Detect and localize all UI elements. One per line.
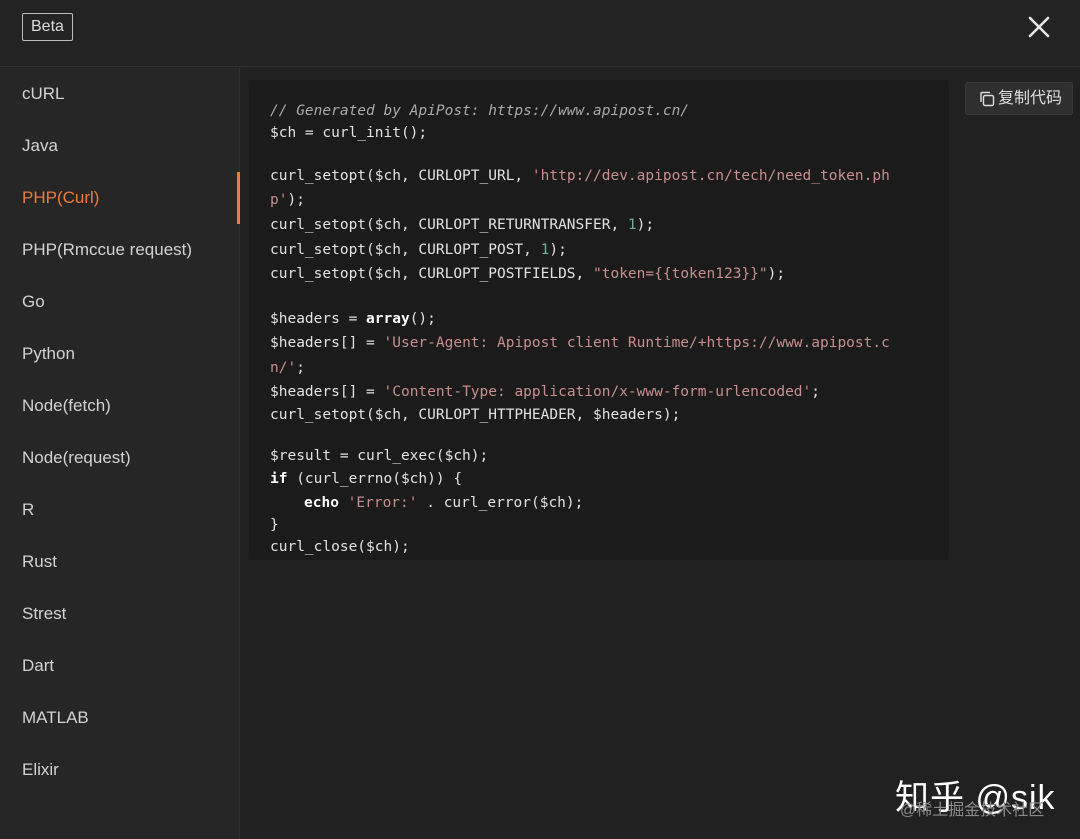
code-string: 'Error:' xyxy=(347,495,418,511)
language-sidebar: cURL Java PHP(Curl) PHP(Rmccue request) … xyxy=(0,68,240,839)
code-string: "token={{token123}}" xyxy=(593,266,768,282)
code-text: . curl_error($ch); xyxy=(417,495,584,511)
code-text: curl_setopt($ch, CURLOPT_POSTFIELDS, xyxy=(270,266,594,282)
code-text: $ch = curl_init(); xyxy=(270,125,428,141)
sidebar-item-php-curl[interactable]: PHP(Curl) xyxy=(0,172,240,224)
code-keyword: echo xyxy=(304,495,339,511)
code-text: ; xyxy=(296,360,305,376)
code-string: 'Content-Type: application/x-www-form-ur… xyxy=(383,384,812,400)
code-line: p'); xyxy=(270,189,305,211)
code-text: ); xyxy=(549,242,567,258)
code-text: $result = curl_exec($ch); xyxy=(270,448,489,464)
sidebar-item-matlab[interactable]: MATLAB xyxy=(0,692,239,744)
code-line: curl_close($ch); xyxy=(270,536,410,558)
copy-icon xyxy=(980,91,995,106)
code-text: } xyxy=(270,517,279,533)
sidebar-item-node-request[interactable]: Node(request) xyxy=(0,432,239,484)
code-text: ; xyxy=(811,384,820,400)
sidebar-item-php-rmccue[interactable]: PHP(Rmccue request) xyxy=(0,224,239,276)
sidebar-item-elixir[interactable]: Elixir xyxy=(0,744,239,796)
code-panel: // Generated by ApiPost: https://www.api… xyxy=(241,68,1080,839)
close-icon xyxy=(1028,16,1050,38)
code-text: $headers = xyxy=(270,311,367,327)
copy-code-label: 复制代码 xyxy=(998,90,1063,107)
watermark-sub: @稀土掘金技术社区 xyxy=(900,802,1045,819)
code-string: 'User-Agent: Apipost client Runtime/+htt… xyxy=(383,335,890,351)
code-string: p' xyxy=(270,192,288,208)
code-text: curl_close($ch); xyxy=(270,539,410,555)
code-text: curl_setopt($ch, CURLOPT_HTTPHEADER, $he… xyxy=(270,407,681,423)
code-line: $headers[] = 'User-Agent: Apipost client… xyxy=(270,332,890,354)
code-line: if (curl_errno($ch)) { xyxy=(270,468,462,490)
code-content[interactable]: // Generated by ApiPost: https://www.api… xyxy=(270,100,890,555)
code-line: $ch = curl_init(); xyxy=(270,122,427,144)
sidebar-item-curl[interactable]: cURL xyxy=(0,68,239,120)
modal-header: Beta xyxy=(0,0,1080,67)
code-text: $headers[] = xyxy=(270,335,384,351)
sidebar-item-go[interactable]: Go xyxy=(0,276,239,328)
sidebar-item-node-fetch[interactable]: Node(fetch) xyxy=(0,380,239,432)
code-line: curl_setopt($ch, CURLOPT_POST, 1); xyxy=(270,239,567,261)
close-button[interactable] xyxy=(1024,12,1054,42)
code-text: curl_setopt($ch, CURLOPT_POST, xyxy=(270,242,541,258)
sidebar-item-dart[interactable]: Dart xyxy=(0,640,239,692)
code-keyword: array xyxy=(366,311,410,327)
code-line: $result = curl_exec($ch); xyxy=(270,445,488,467)
code-text: ); xyxy=(636,217,655,233)
code-text: (); xyxy=(409,311,436,327)
code-line: curl_setopt($ch, CURLOPT_POSTFIELDS, "to… xyxy=(270,263,785,285)
code-line: echo 'Error:' . curl_error($ch); xyxy=(304,492,583,514)
code-string: 'http://dev.apipost.cn/tech/need_token.p… xyxy=(531,168,890,184)
code-text: ); xyxy=(767,266,786,282)
code-text: curl_setopt($ch, CURLOPT_URL, xyxy=(270,168,532,184)
code-text: curl_setopt($ch, CURLOPT_RETURNTRANSFER, xyxy=(270,217,628,233)
code-line: curl_setopt($ch, CURLOPT_URL, 'http://de… xyxy=(270,165,890,187)
code-string: n/' xyxy=(270,360,297,376)
code-line: curl_setopt($ch, CURLOPT_RETURNTRANSFER,… xyxy=(270,214,654,236)
code-keyword: if xyxy=(270,471,288,487)
code-text: ); xyxy=(287,192,305,208)
code-line: // Generated by ApiPost: https://www.api… xyxy=(270,100,689,122)
code-block: // Generated by ApiPost: https://www.api… xyxy=(249,80,949,560)
code-comment: // Generated by ApiPost: https://www.api… xyxy=(270,103,690,119)
sidebar-item-strest[interactable]: Strest xyxy=(0,588,239,640)
copy-code-button[interactable]: 复制代码 xyxy=(965,82,1074,115)
code-line: $headers[] = 'Content-Type: application/… xyxy=(270,381,820,403)
code-text: $headers[] = xyxy=(270,384,384,400)
code-line: $headers = array(); xyxy=(270,308,436,330)
beta-badge: Beta xyxy=(22,13,73,41)
code-line: n/'; xyxy=(270,357,305,379)
code-line: curl_setopt($ch, CURLOPT_HTTPHEADER, $he… xyxy=(270,404,680,426)
sidebar-item-java[interactable]: Java xyxy=(0,120,239,172)
sidebar-item-python[interactable]: Python xyxy=(0,328,239,380)
code-line: } xyxy=(270,514,279,536)
sidebar-item-r[interactable]: R xyxy=(0,484,239,536)
code-number: 1 xyxy=(627,217,637,233)
code-text: (curl_errno($ch)) { xyxy=(287,471,463,487)
sidebar-item-rust[interactable]: Rust xyxy=(0,536,239,588)
